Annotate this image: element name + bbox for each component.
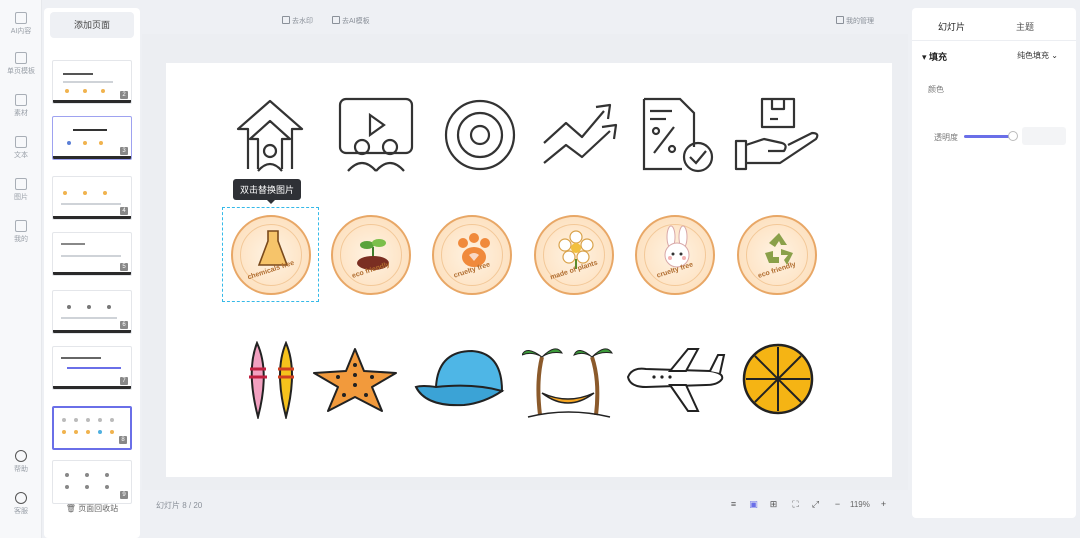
- rail-item-template[interactable]: 单页模板: [0, 52, 42, 76]
- rail-item-material[interactable]: 素材: [0, 94, 42, 118]
- badge-cruelty-free-bunny[interactable]: cruelty free: [635, 215, 715, 295]
- rail-item-help[interactable]: 帮助: [0, 450, 42, 474]
- template-icon: [332, 16, 340, 24]
- rail-item-ai[interactable]: AI内容: [0, 12, 42, 36]
- left-rail: AI内容 单页模板 素材 文本 图片 我的 帮助 客服: [0, 0, 42, 538]
- trash-icon: 🗑: [65, 504, 76, 513]
- rail-label: AI内容: [10, 28, 32, 35]
- selection-box[interactable]: [222, 207, 319, 302]
- slide-thumbnail[interactable]: 4: [52, 176, 132, 220]
- opacity-input[interactable]: [1022, 127, 1066, 145]
- tab-slide[interactable]: 幻灯片: [938, 20, 965, 33]
- airplane-icon[interactable]: [626, 347, 726, 413]
- slide-thumbnail[interactable]: 2: [52, 60, 132, 104]
- editor-bottombar: 幻灯片 8 / 20 ≡ ▣ ⊞ ⛶ ⤢ − 119% +: [142, 494, 908, 516]
- slide-thumbnail-selected[interactable]: 8: [52, 406, 132, 450]
- grid-view-icon[interactable]: ⊞: [768, 499, 779, 510]
- headset-icon: [15, 492, 27, 504]
- rail-label: 我的: [14, 236, 28, 243]
- normal-view-icon[interactable]: ▣: [748, 499, 759, 510]
- badge-cruelty-free[interactable]: cruelty free: [432, 215, 512, 295]
- chevron-down-icon: ⌄: [1051, 51, 1058, 60]
- replace-image-tooltip: 双击替换图片: [233, 179, 302, 204]
- slide-number: 4: [120, 207, 128, 215]
- slide-thumbnail[interactable]: 7: [52, 346, 132, 390]
- properties-panel: 幻灯片 主题 ▾ 填充 纯色填充 ⌄ 颜色 透明度: [912, 8, 1076, 518]
- editor-topbar: 去水印 去AI模板 我的管理: [142, 8, 908, 34]
- badge-recycle[interactable]: eco friendly: [737, 215, 817, 295]
- caret-down-icon: ▾: [922, 52, 930, 62]
- rail-item-image[interactable]: 图片: [0, 178, 42, 202]
- rail-item-text[interactable]: 文本: [0, 136, 42, 160]
- opacity-slider-handle[interactable]: [1008, 131, 1018, 141]
- rail-item-mine[interactable]: 我的: [0, 220, 42, 244]
- text-icon: [15, 136, 27, 148]
- zoom-level: 119%: [850, 500, 870, 509]
- slide-thumbnail[interactable]: 6: [52, 290, 132, 334]
- palm-hammock-icon[interactable]: [522, 341, 614, 419]
- material-icon: [15, 94, 27, 106]
- recycle-bin-button[interactable]: 🗑 页面回收站: [44, 503, 140, 514]
- hand-box-icon[interactable]: [732, 97, 822, 173]
- mine-icon: [15, 220, 27, 232]
- badge-eco-friendly[interactable]: eco friendly: [331, 215, 411, 295]
- page-indicator: 幻灯片 8 / 20: [156, 501, 203, 510]
- opacity-slider[interactable]: [964, 135, 1012, 138]
- fit-screen-icon[interactable]: ⛶: [790, 499, 801, 510]
- zoom-out-button[interactable]: −: [832, 499, 843, 510]
- manage-button[interactable]: 我的管理: [836, 16, 874, 26]
- template-icon: [15, 52, 27, 64]
- fullscreen-icon[interactable]: ⤢: [810, 499, 821, 510]
- add-slide-button[interactable]: 添加页面: [50, 12, 134, 38]
- rail-label: 图片: [14, 194, 28, 201]
- rail-label: 单页模板: [7, 68, 35, 75]
- starfish-icon[interactable]: [310, 345, 400, 415]
- notes-icon[interactable]: ≡: [728, 499, 739, 510]
- badge-made-of-plants[interactable]: made of plants: [534, 215, 614, 295]
- slide-number: 7: [120, 377, 128, 385]
- tab-theme[interactable]: 主题: [1016, 20, 1034, 33]
- video-meeting-icon[interactable]: [336, 97, 416, 173]
- slide-thumbnail[interactable]: 3: [52, 116, 132, 160]
- slide-number: 3: [120, 147, 128, 155]
- rail-label: 客服: [14, 508, 28, 515]
- slide-number: 2: [120, 91, 128, 99]
- fill-mode-select[interactable]: 纯色填充 ⌄: [1017, 50, 1058, 61]
- color-label: 颜色: [928, 85, 944, 94]
- rail-label: 文本: [14, 152, 28, 159]
- orange-slice-icon[interactable]: [742, 343, 814, 415]
- image-icon: [15, 178, 27, 190]
- help-icon: [15, 450, 27, 462]
- opacity-label: 透明度: [934, 133, 958, 142]
- slide-thumbnail[interactable]: 9: [52, 460, 132, 504]
- slide-number: 8: [119, 436, 127, 444]
- remove-ai-template-link[interactable]: 去AI模板: [332, 16, 370, 26]
- recycle-bin-label: 页面回收站: [78, 504, 119, 513]
- surfboards-icon[interactable]: [244, 341, 300, 419]
- slide-number: 9: [120, 491, 128, 499]
- fill-section-heading[interactable]: ▾ 填充: [922, 50, 947, 63]
- watermark-icon: [282, 16, 290, 24]
- remove-watermark-link[interactable]: 去水印: [282, 16, 313, 26]
- discount-document-icon[interactable]: [638, 97, 718, 173]
- slide-number: 6: [120, 321, 128, 329]
- slide-panel: 添加页面 2 3 4 5 6 7 8 9 🗑 页面回收站: [44, 8, 140, 538]
- slide-thumbnail[interactable]: 5: [52, 232, 132, 276]
- slide-number: 5: [120, 263, 128, 271]
- zoom-in-button[interactable]: +: [878, 499, 889, 510]
- rail-label: 帮助: [14, 466, 28, 473]
- cap-hat-icon[interactable]: [414, 347, 510, 411]
- rail-item-service[interactable]: 客服: [0, 492, 42, 516]
- growth-arrows-people-icon[interactable]: [228, 97, 312, 173]
- trend-arrows-icon[interactable]: [540, 97, 624, 173]
- target-icon[interactable]: [440, 97, 520, 173]
- cube-icon: [836, 16, 844, 24]
- ai-icon: [15, 12, 27, 24]
- rail-label: 素材: [14, 110, 28, 117]
